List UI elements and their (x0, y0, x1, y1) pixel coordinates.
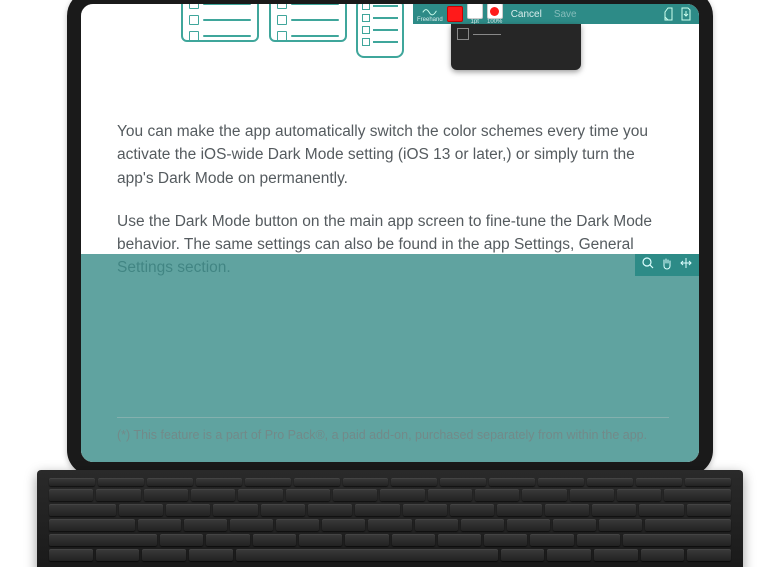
hero-illustration (181, 4, 411, 60)
record-icon (487, 4, 503, 19)
footnote: (*) This feature is a part of Pro Pack®,… (117, 417, 669, 442)
screen: Freehand 1pt 100% Cancel Save (81, 4, 699, 462)
annotation-toolbar: Freehand 1pt 100% Cancel Save (413, 4, 699, 24)
view-tools (635, 254, 699, 276)
fit-width-icon[interactable] (679, 256, 693, 275)
size-swatch (467, 4, 483, 19)
color-swatch[interactable] (447, 6, 463, 22)
save-button[interactable]: Save (550, 9, 581, 20)
zoom-icon[interactable] (641, 256, 655, 275)
keyboard-accessory (37, 470, 743, 567)
freehand-label: Freehand (417, 17, 443, 23)
export-page-icon[interactable] (679, 6, 693, 22)
undo-icon[interactable] (661, 6, 675, 22)
stroke-size[interactable]: 1pt (467, 4, 483, 25)
page-thumbnail-icon (457, 28, 469, 40)
opacity-control[interactable]: 100% (487, 4, 503, 25)
tablet-frame: Freehand 1pt 100% Cancel Save (67, 0, 713, 476)
thumbnail-popover[interactable] (451, 24, 581, 70)
thumbnail-separator (473, 34, 501, 35)
freehand-tool[interactable]: Freehand (417, 5, 443, 23)
paragraph-1: You can make the app automatically switc… (117, 120, 669, 190)
freehand-icon (422, 5, 438, 17)
pan-hand-icon[interactable] (660, 256, 674, 275)
cancel-button[interactable]: Cancel (507, 9, 546, 20)
